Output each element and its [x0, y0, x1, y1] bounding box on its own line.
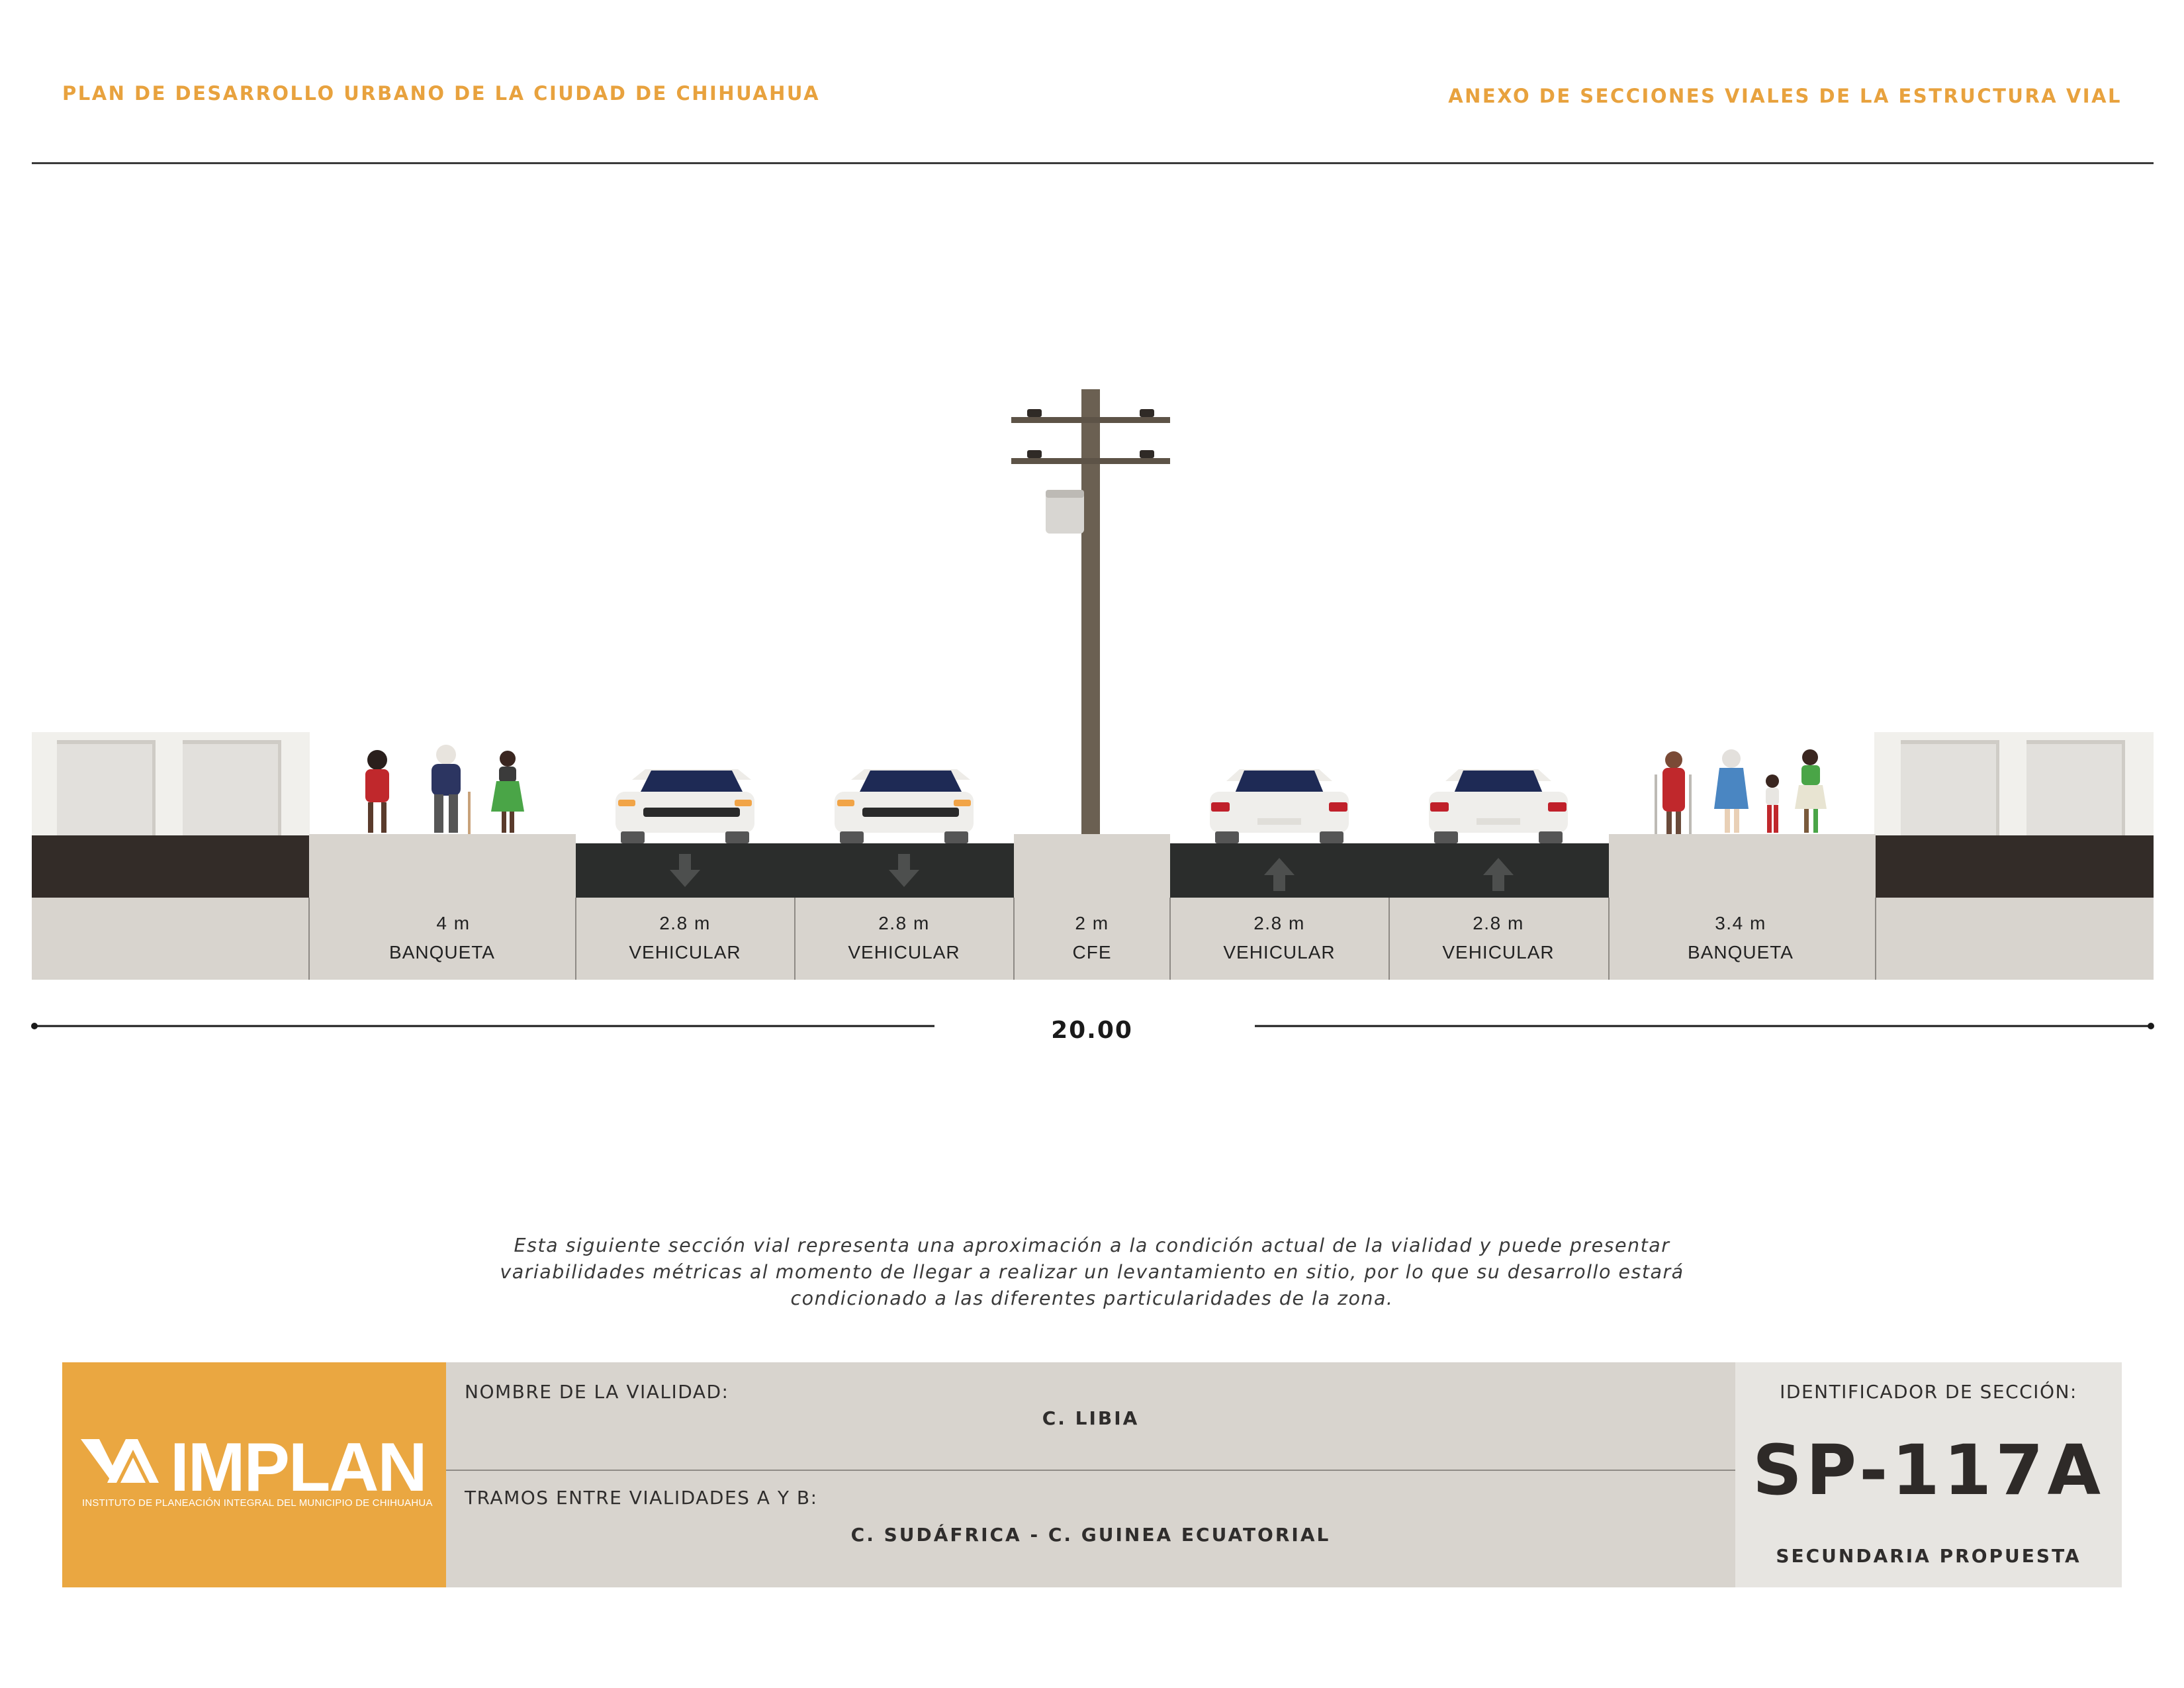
- right-building: [1874, 732, 2154, 836]
- segment-width: 2.8 m: [878, 913, 930, 933]
- segment-label: VEHICULAR: [848, 942, 960, 962]
- segment-width: 4 m: [436, 913, 470, 933]
- header-divider: [32, 162, 2154, 164]
- disclaimer-line: Esta siguiente sección vial representa u…: [514, 1235, 1670, 1256]
- asphalt-left: [576, 843, 1014, 898]
- implan-logo-text: IMPLAN: [170, 1429, 428, 1506]
- right-property-band: [1874, 835, 2154, 898]
- segment-label: CFE: [1073, 942, 1112, 962]
- implan-logo-icon: [81, 1439, 159, 1483]
- pedestrian-icon: [491, 751, 524, 833]
- segment-width: 2.8 m: [1473, 913, 1524, 933]
- median-surface: [1014, 834, 1170, 898]
- road-name-label: NOMBRE DE LA VIALIDAD:: [465, 1381, 729, 1403]
- section-type: SECUNDARIA PROPUESTA: [1776, 1545, 2081, 1567]
- pedestrian-icon: [1766, 774, 1779, 833]
- pedestrian-icon: [1655, 751, 1692, 834]
- pedestrian-icon: [365, 750, 389, 833]
- section-info-box: IMPLAN INSTITUTO DE PLANEACIÓN INTEGRAL …: [62, 1362, 2122, 1587]
- car-front-icon: [615, 769, 754, 843]
- pedestrian-icon: [1795, 749, 1827, 833]
- car-front-icon: [835, 769, 974, 843]
- car-rear-icon: [1210, 769, 1349, 843]
- pedestrian-icon: [1714, 749, 1749, 833]
- segment-label: BANQUETA: [1688, 942, 1794, 962]
- left-building: [32, 732, 310, 836]
- section-id-panel: IDENTIFICADOR DE SECCIÓN: SP-117A SECUND…: [1735, 1362, 2122, 1587]
- disclaimer-line: condicionado a las diferentes particular…: [790, 1288, 1394, 1309]
- road-name-value: C. LIBIA: [1042, 1407, 1140, 1429]
- segment-label: BANQUETA: [389, 942, 495, 962]
- asphalt-right: [1170, 843, 1609, 898]
- total-width: 20.00: [1051, 1017, 1133, 1044]
- disclaimer-line: variabilidades métricas al momento de ll…: [500, 1261, 1684, 1283]
- panel-divider: [446, 1470, 1735, 1471]
- sidewalk-left-surface: [309, 834, 576, 898]
- road-section-diagram: 4 m BANQUETA 2.8 m VEHICULAR 2.8 m VEHIC…: [31, 389, 2154, 1029]
- segment-label: VEHICULAR: [1442, 942, 1554, 962]
- segment-range-label: TRAMOS ENTRE VIALIDADES A Y B:: [465, 1487, 818, 1509]
- segment-width: 2.8 m: [659, 913, 711, 933]
- segment-width: 2.8 m: [1253, 913, 1305, 933]
- pedestrian-icon: [432, 745, 471, 834]
- implan-logo-subtitle: INSTITUTO DE PLANEACIÓN INTEGRAL DEL MUN…: [82, 1497, 433, 1509]
- segment-width: 2 m: [1075, 913, 1109, 933]
- ground-base: [32, 898, 2154, 980]
- utility-pole: [1011, 389, 1170, 834]
- section-id-label: IDENTIFICADOR DE SECCIÓN:: [1780, 1381, 2077, 1403]
- section-id-code: SP-117A: [1752, 1430, 2105, 1511]
- sidewalk-right-surface: [1609, 834, 1876, 898]
- segment-label: VEHICULAR: [1223, 942, 1335, 962]
- segment-width: 3.4 m: [1715, 913, 1766, 933]
- road-info-panel: NOMBRE DE LA VIALIDAD: C. LIBIA TRAMOS E…: [446, 1362, 1735, 1587]
- header-right-title: ANEXO DE SECCIONES VIALES DE LA ESTRUCTU…: [1448, 85, 2122, 107]
- car-rear-icon: [1429, 769, 1568, 843]
- segment-range-value: C. SUDÁFRICA - C. GUINEA ECUATORIAL: [850, 1524, 1331, 1546]
- segment-label: VEHICULAR: [629, 942, 741, 962]
- disclaimer-text: Esta siguiente sección vial representa u…: [463, 1233, 1721, 1312]
- left-property-band: [32, 835, 310, 898]
- header-left-title: PLAN DE DESARROLLO URBANO DE LA CIUDAD D…: [62, 82, 821, 105]
- implan-logo-panel: IMPLAN INSTITUTO DE PLANEACIÓN INTEGRAL …: [62, 1362, 446, 1587]
